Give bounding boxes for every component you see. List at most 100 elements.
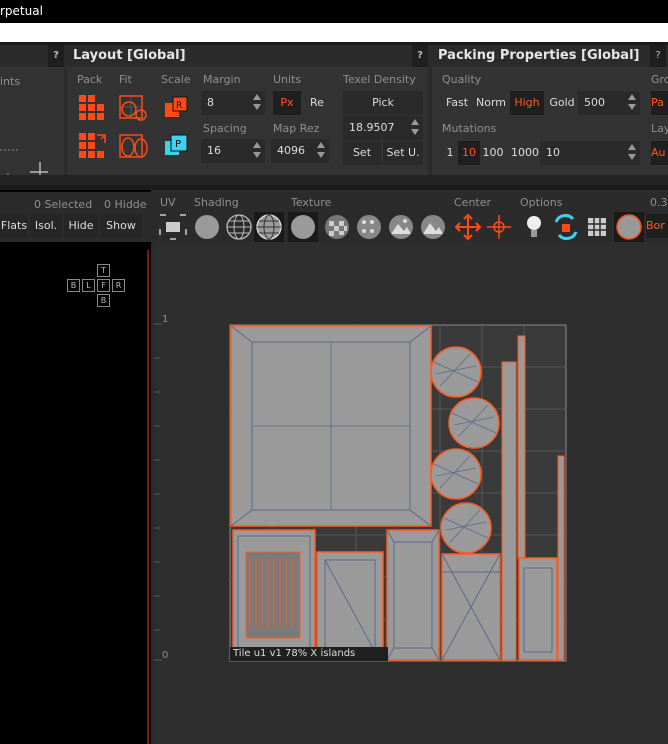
pack-together-icon[interactable] [79, 133, 107, 161]
center-section-label: Center [454, 196, 492, 209]
options-section-label: Options [520, 196, 563, 209]
axis-ticks [154, 323, 162, 661]
lightbulb-icon[interactable] [527, 216, 541, 237]
texel-value-spinner[interactable]: 18.9507 [343, 116, 423, 140]
axis-line [147, 250, 149, 744]
uv-island-circle-4[interactable] [440, 502, 492, 554]
uv-island-box-1[interactable] [316, 551, 384, 661]
uv-island-box-3[interactable] [441, 553, 501, 661]
flat-shading-icon[interactable] [195, 215, 219, 239]
scale-label: Scale [161, 73, 191, 86]
uv-island-box-4[interactable] [518, 557, 558, 661]
quality-fast[interactable]: Fast [442, 91, 472, 115]
view-cube-top[interactable]: T [97, 264, 110, 277]
margin-spinner[interactable]: 8 [201, 91, 265, 115]
mutations-1[interactable]: 1 [442, 141, 458, 165]
image-texture-2-icon[interactable] [421, 215, 445, 239]
quality-label: Quality [442, 73, 482, 86]
frame-icon[interactable] [159, 214, 187, 240]
layout-panel-header: Layout [Global]? [67, 45, 428, 67]
layout-help-button[interactable]: ? [412, 45, 428, 67]
view-cube[interactable]: T B L F R B [66, 263, 130, 309]
view-cube-bottom[interactable]: B [97, 294, 110, 307]
separator [0, 175, 668, 185]
uv-island-box-2[interactable] [386, 529, 440, 661]
wire-sphere-icon[interactable] [226, 214, 252, 240]
uv-island-circle-1[interactable] [430, 346, 482, 398]
view-cube-back[interactable]: B [67, 279, 80, 292]
uv-island-strip-1[interactable] [517, 335, 526, 559]
uv-toolbar-icons [159, 212, 644, 242]
dots-texture-icon[interactable] [357, 215, 381, 239]
set-u-button[interactable]: Set U. [383, 141, 423, 165]
svg-text:R: R [176, 101, 182, 111]
help-button[interactable]: ? [48, 45, 64, 67]
fit-icon[interactable] [119, 95, 149, 123]
pack-icon[interactable] [79, 95, 105, 121]
units-px-button[interactable]: Px [273, 91, 301, 115]
isolate-button[interactable]: Isol. [30, 214, 62, 238]
quality-norm[interactable]: Norm [475, 91, 507, 115]
left-panel-label: ints [0, 75, 21, 88]
packing-panel-title: Packing Properties [Global] [438, 48, 640, 63]
show-button[interactable]: Show [100, 214, 142, 238]
mutations-spinner[interactable]: 10 [540, 141, 640, 165]
spacing-value: 16 [207, 144, 221, 157]
texel-pick-button[interactable]: Pick [343, 91, 423, 115]
uv-canvas[interactable] [154, 242, 668, 744]
spacing-label: Spacing [203, 122, 247, 135]
quality-gold[interactable]: Gold [547, 91, 577, 115]
quality-spinner[interactable]: 500 [578, 91, 640, 115]
set-button[interactable]: Set [343, 141, 381, 165]
group-pack-button[interactable]: Pa [651, 91, 668, 115]
mutations-1000[interactable]: 1000 [510, 141, 540, 165]
mutations-label: Mutations [442, 122, 497, 135]
uv-island-complex[interactable] [232, 529, 316, 661]
mutations-100[interactable]: 100 [482, 141, 504, 165]
uv-island-circle-2[interactable] [448, 397, 500, 449]
sync-lock-icon[interactable] [554, 214, 578, 240]
scale-icon[interactable]: R [165, 95, 189, 121]
texture-section-label: Texture [291, 196, 332, 209]
scale-proportional-icon[interactable]: P [165, 133, 191, 159]
left-panel: ? ints [0, 45, 64, 203]
layout-auto-button[interactable]: Au [651, 141, 668, 165]
image-texture-icon[interactable] [389, 215, 413, 239]
packing-panel-header: Packing Properties [Global] [432, 45, 668, 67]
uv-island-circle-3[interactable] [430, 448, 482, 500]
layout-label: Lay [651, 122, 668, 135]
layout-panel-title: Layout [Global] [73, 48, 186, 63]
view-cube-left[interactable]: L [82, 279, 95, 292]
uv-island-strip-3[interactable] [557, 455, 565, 661]
quality-value: 500 [584, 96, 605, 109]
view-cube-front[interactable]: F [97, 279, 110, 292]
center-all-icon[interactable] [487, 215, 511, 239]
units-re-button[interactable]: Re [303, 91, 331, 115]
circle-option-icon[interactable] [616, 214, 642, 240]
left-panel-header: ? [0, 45, 64, 67]
view-cube-right[interactable]: R [112, 279, 125, 292]
packing-help-button[interactable]: ? [650, 45, 666, 67]
shaded-wire-icon[interactable] [256, 214, 282, 240]
outliner-toolbar: 0 Selected 0 Hidde Flats Isol. Hide Show [0, 192, 151, 242]
border-toggle-button[interactable]: Bor [646, 214, 668, 238]
margin-value: 8 [207, 96, 214, 109]
grid-icon[interactable] [588, 218, 606, 236]
hidden-count: 0 Hidde [104, 198, 147, 211]
flats-button[interactable]: Flats [0, 214, 28, 238]
fit-label: Fit [119, 73, 132, 86]
center-selection-icon[interactable] [454, 213, 482, 241]
mutations-10[interactable]: 10 [458, 141, 480, 165]
hide-button[interactable]: Hide [64, 214, 98, 238]
pack-label: Pack [77, 73, 103, 86]
map-rez-spinner[interactable]: 4096 [271, 139, 329, 163]
texel-value: 18.9507 [349, 121, 395, 134]
menu-bar [0, 23, 668, 42]
fit-circles-icon[interactable] [119, 133, 151, 161]
texture-none-icon[interactable] [291, 215, 315, 239]
spacing-spinner[interactable]: 16 [201, 139, 265, 163]
uv-island-strip-2[interactable] [501, 361, 517, 661]
uv-island-large[interactable] [230, 325, 432, 527]
checker-icon[interactable] [325, 215, 349, 239]
quality-high[interactable]: High [510, 91, 544, 115]
